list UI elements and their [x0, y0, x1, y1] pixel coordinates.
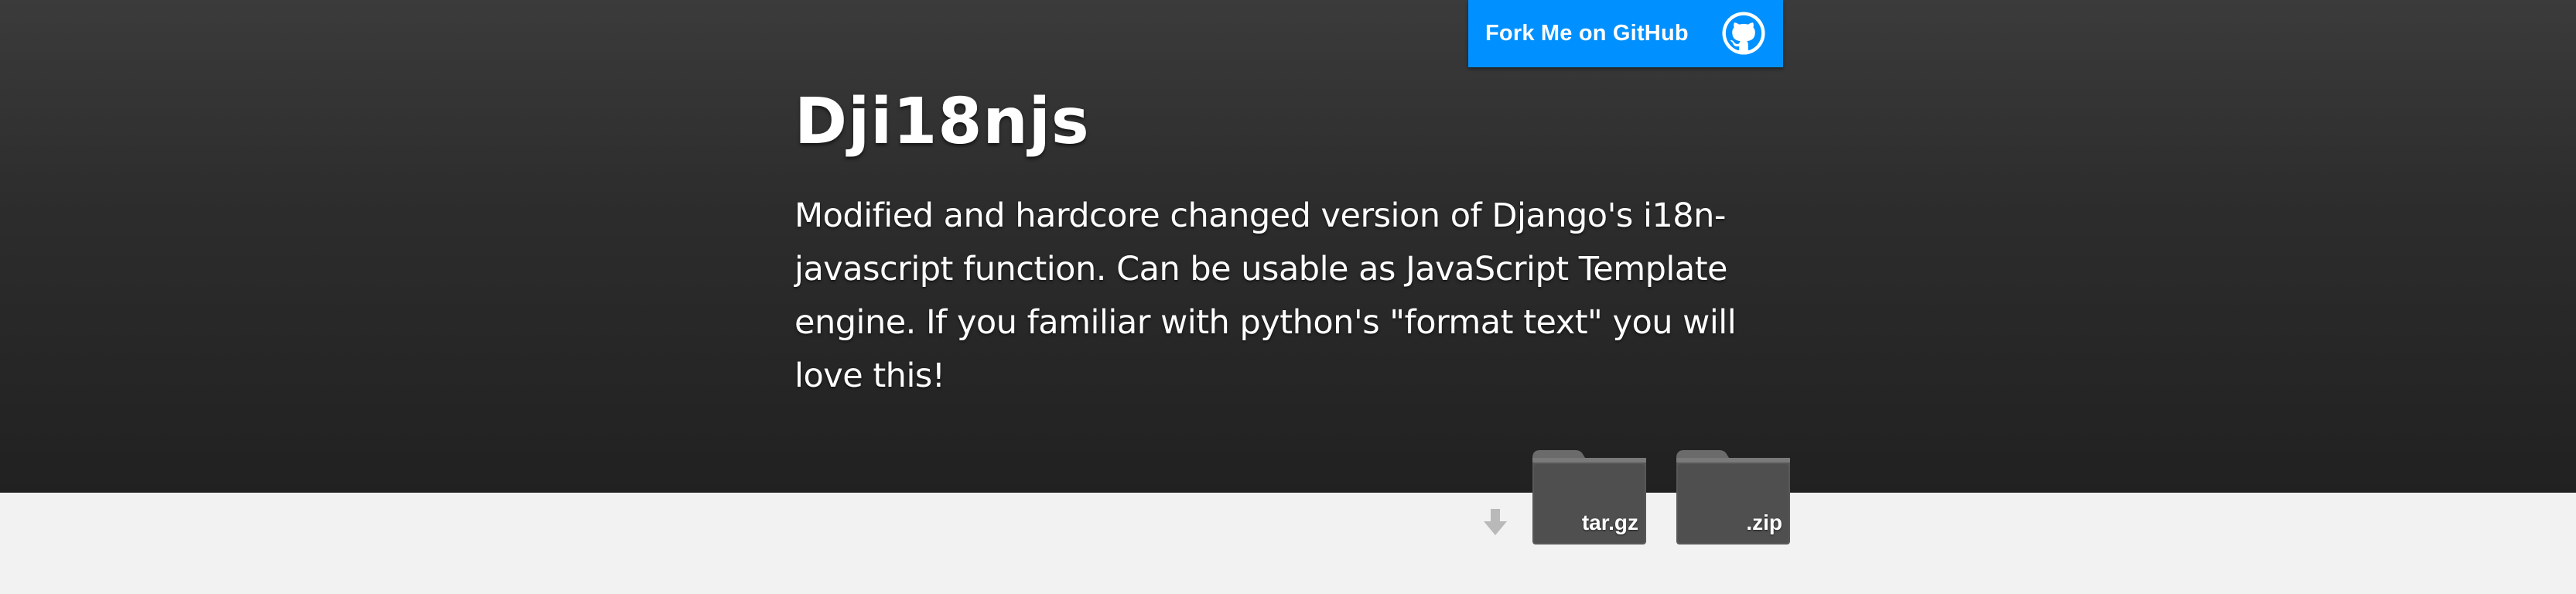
zip-label: .zip [1746, 510, 1782, 534]
page-title: Dji18njs [794, 85, 1090, 159]
download-arrow-icon [1484, 509, 1507, 535]
project-description: Modified and hardcore changed version of… [794, 196, 1737, 395]
tar-gz-label: tar.gz [1581, 510, 1638, 534]
header-inner: Fork Me on GitHub Dji18njs Modified and … [794, 0, 1790, 594]
fork-button-label: Fork Me on GitHub [1485, 21, 1689, 46]
download-zip-button[interactable]: .zip [1673, 447, 1793, 546]
download-tar-gz-button[interactable]: tar.gz [1529, 447, 1649, 546]
github-octocat-icon [1722, 12, 1765, 55]
fork-on-github-button[interactable]: Fork Me on GitHub [1468, 0, 1783, 67]
